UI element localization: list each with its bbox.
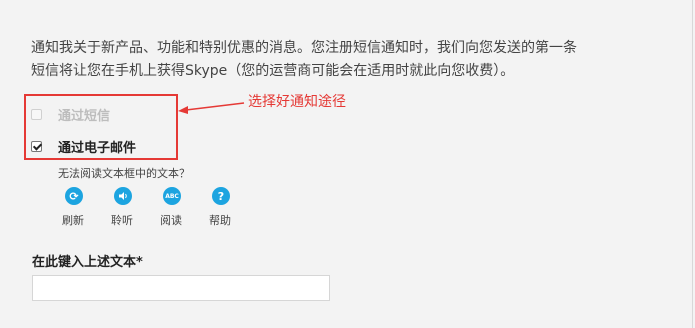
abc-icon[interactable]: ABC bbox=[163, 187, 181, 205]
email-option-label: 通过电子邮件 bbox=[58, 141, 137, 156]
help-icon[interactable]: ? bbox=[212, 187, 230, 205]
listen-button[interactable]: 聆听 bbox=[111, 187, 160, 228]
sms-option: 通过短信 bbox=[31, 105, 110, 124]
page-right-border bbox=[692, 0, 693, 328]
captcha-question: 无法阅读文本框中的文本？ bbox=[58, 167, 190, 180]
notification-description-line-2: 短信将让您在手机上获得Skype（您的运营商可能会在适用时就此向您收费）。 bbox=[31, 63, 515, 79]
notification-description-line-1: 通知我关于新产品、功能和特别优惠的消息。您注册短信通知时，我们向您发送的第一条 bbox=[31, 40, 577, 56]
sms-option-label: 通过短信 bbox=[58, 109, 111, 124]
notification-description: 通知我关于新产品、功能和特别优惠的消息。您注册短信通知时，我们向您发送的第一条 … bbox=[31, 37, 661, 83]
refresh-icon[interactable]: ⟳ bbox=[65, 187, 83, 205]
refresh-label[interactable]: 刷新 bbox=[62, 212, 84, 228]
captcha-text-input[interactable] bbox=[32, 275, 330, 301]
listen-label[interactable]: 聆听 bbox=[111, 212, 133, 228]
email-option[interactable]: 通过电子邮件 bbox=[31, 137, 136, 156]
read-label[interactable]: 阅读 bbox=[160, 212, 182, 228]
help-button[interactable]: ? 帮助 bbox=[209, 187, 258, 228]
annotation-arrow-icon bbox=[178, 102, 245, 114]
read-button[interactable]: ABC 阅读 bbox=[160, 187, 209, 228]
refresh-button[interactable]: ⟳ 刷新 bbox=[62, 187, 111, 228]
email-checkbox[interactable] bbox=[31, 141, 42, 152]
captcha-tools: ⟳ 刷新 聆听 ABC 阅读 ? 帮助 bbox=[62, 187, 258, 228]
speaker-icon[interactable] bbox=[114, 187, 132, 205]
annotation-text: 选择好通知途径 bbox=[248, 94, 346, 110]
help-label[interactable]: 帮助 bbox=[209, 212, 231, 228]
sms-checkbox[interactable] bbox=[31, 109, 42, 120]
captcha-input-label: 在此键入上述文本* bbox=[32, 255, 143, 270]
